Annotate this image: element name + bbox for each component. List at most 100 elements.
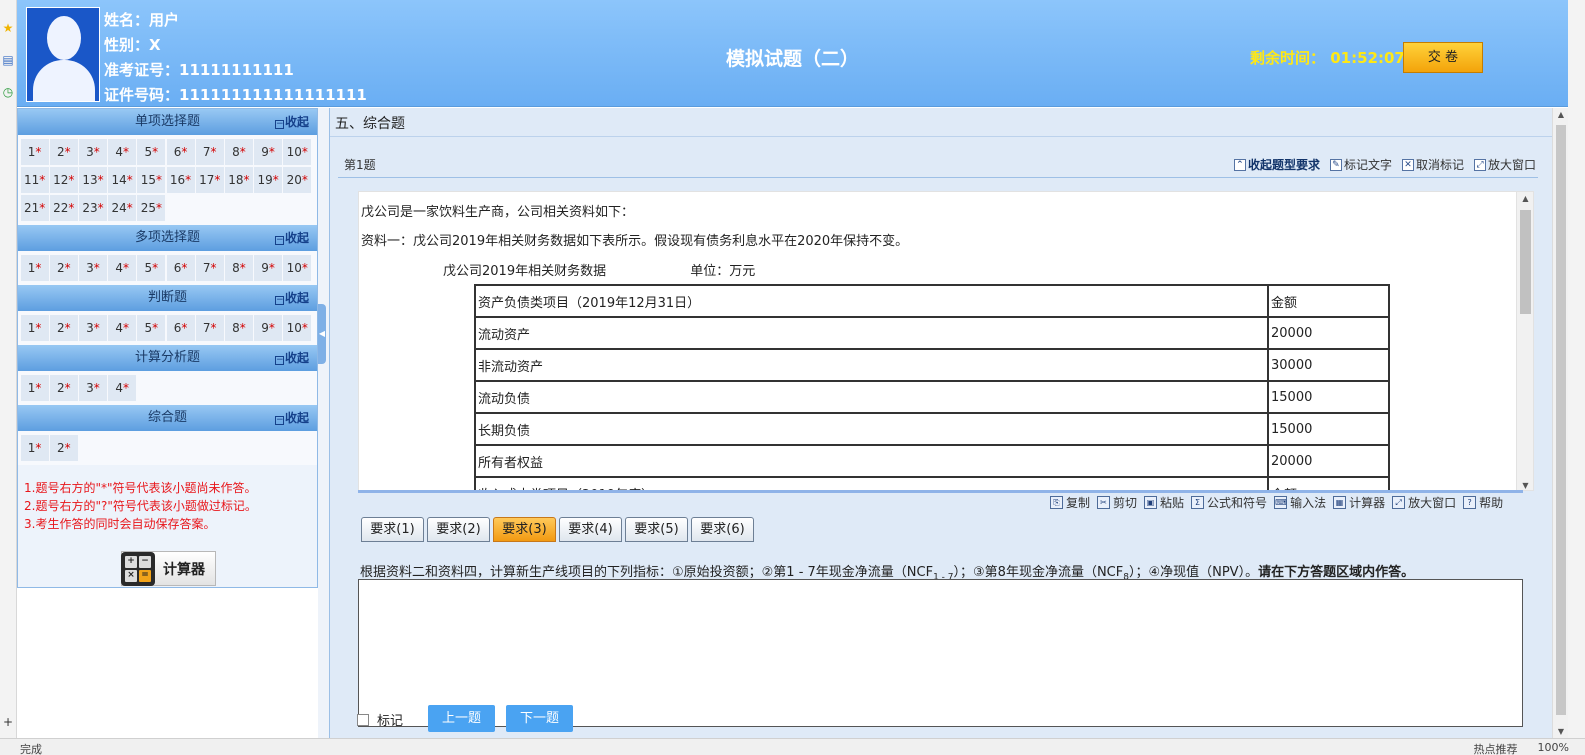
question-link[interactable]: 3* <box>78 255 107 281</box>
question-link[interactable]: 21* <box>20 195 49 221</box>
section-header: 综合题 −收起 <box>18 405 317 431</box>
reading-list-icon[interactable]: ▤ <box>0 52 16 68</box>
question-link[interactable]: 1* <box>20 315 49 341</box>
question-link[interactable]: 10* <box>283 315 312 341</box>
question-link[interactable]: 7* <box>195 139 224 165</box>
question-link[interactable]: 22* <box>49 195 78 221</box>
scroll-up-icon[interactable]: ▲ <box>1517 194 1533 203</box>
panel-splitter[interactable]: ◀ <box>318 108 330 738</box>
cut-button[interactable]: ✂ 剪切 <box>1097 494 1137 511</box>
prev-question-button[interactable]: 上一题 <box>428 705 495 732</box>
page-scroll-down-icon[interactable]: ▼ <box>1553 727 1569 736</box>
star-icon[interactable]: ★ <box>0 20 16 36</box>
question-link[interactable]: 8* <box>224 139 253 165</box>
section-header: 判断题 −收起 <box>18 285 317 311</box>
question-link[interactable]: 4* <box>108 255 137 281</box>
question-link[interactable]: 14* <box>108 167 137 193</box>
question-link[interactable]: 5* <box>137 255 166 281</box>
formula-button[interactable]: Σ 公式和符号 <box>1191 494 1267 511</box>
input-method-button[interactable]: ⌨ 输入法 <box>1274 494 1326 511</box>
question-link[interactable]: 2* <box>49 435 78 461</box>
question-link[interactable]: 2* <box>49 255 78 281</box>
help-button[interactable]: ? 帮助 <box>1463 494 1503 511</box>
question-link[interactable]: 12* <box>49 167 78 193</box>
question-link[interactable]: 3* <box>78 315 107 341</box>
requirement-tab[interactable]: 要求(6) <box>691 517 754 542</box>
timer-value: 01:52:07 <box>1330 49 1405 67</box>
paste-button[interactable]: ▣ 粘贴 <box>1144 494 1184 511</box>
scroll-down-icon[interactable]: ▼ <box>1517 481 1533 490</box>
enlarge-window-button[interactable]: ⤢ 放大窗口 <box>1473 156 1536 173</box>
question-link[interactable]: 23* <box>78 195 107 221</box>
page-scrollbar[interactable]: ▲ ▼ <box>1552 108 1568 738</box>
page-scroll-up-icon[interactable]: ▲ <box>1553 110 1569 119</box>
submit-exam-button[interactable]: 交 卷 <box>1403 42 1483 73</box>
question-link[interactable]: 3* <box>78 375 107 401</box>
table-caption: 戊公司2019年相关财务数据 单位：万元 <box>443 260 755 279</box>
requirement-tab[interactable]: 要求(2) <box>427 517 490 542</box>
calculator-button[interactable]: + − × = 计算器 <box>121 551 216 586</box>
question-link[interactable]: 15* <box>137 167 166 193</box>
question-link[interactable]: 8* <box>224 315 253 341</box>
question-link[interactable]: 9* <box>254 139 283 165</box>
question-link[interactable]: 10* <box>283 139 312 165</box>
question-link[interactable]: 10* <box>283 255 312 281</box>
question-link[interactable]: 7* <box>195 315 224 341</box>
requirement-tab[interactable]: 要求(3) <box>493 517 556 542</box>
answer-enlarge-button[interactable]: ⤢ 放大窗口 <box>1392 494 1456 511</box>
collapse-requirements-button[interactable]: ⌃ 收起题型要求 <box>1233 156 1320 173</box>
question-link[interactable]: 9* <box>254 315 283 341</box>
question-link[interactable]: 6* <box>166 315 195 341</box>
answer-calculator-button[interactable]: ▦ 计算器 <box>1333 494 1385 511</box>
question-link[interactable]: 2* <box>49 139 78 165</box>
add-icon[interactable]: + <box>0 714 16 730</box>
question-link[interactable]: 1* <box>20 375 49 401</box>
requirement-tab[interactable]: 要求(5) <box>625 517 688 542</box>
section-collapse-button[interactable]: −收起 <box>274 345 309 371</box>
question-link[interactable]: 1* <box>20 255 49 281</box>
question-link[interactable]: 11* <box>20 167 49 193</box>
history-icon[interactable]: ◷ <box>0 84 16 100</box>
page-scroll-thumb[interactable] <box>1556 125 1566 715</box>
mark-checkbox[interactable] <box>357 713 369 726</box>
question-link[interactable]: 4* <box>108 315 137 341</box>
question-link[interactable]: 2* <box>49 375 78 401</box>
next-question-button[interactable]: 下一题 <box>506 705 573 732</box>
question-link[interactable]: 19* <box>254 167 283 193</box>
section-collapse-button[interactable]: −收起 <box>274 405 309 431</box>
question-link[interactable]: 7* <box>195 255 224 281</box>
question-link[interactable]: 4* <box>108 375 137 401</box>
mark-text-button[interactable]: ✎ 标记文字 <box>1329 156 1392 173</box>
question-link[interactable]: 18* <box>224 167 253 193</box>
zoom-level[interactable]: 100% <box>1538 741 1569 755</box>
collapse-panel-handle[interactable]: ◀ <box>318 304 326 364</box>
question-link[interactable]: 5* <box>137 139 166 165</box>
question-link[interactable]: 25* <box>137 195 166 221</box>
question-link[interactable]: 13* <box>78 167 107 193</box>
question-link[interactable]: 5* <box>137 315 166 341</box>
minus-box-icon: − <box>274 119 284 129</box>
question-link[interactable]: 3* <box>78 139 107 165</box>
question-link[interactable]: 16* <box>166 167 195 193</box>
question-link[interactable]: 17* <box>195 167 224 193</box>
question-link[interactable]: 6* <box>166 255 195 281</box>
question-link[interactable]: 1* <box>20 139 49 165</box>
question-link[interactable]: 6* <box>166 139 195 165</box>
question-link[interactable]: 4* <box>108 139 137 165</box>
material-scrollbar[interactable]: ▲ ▼ <box>1516 192 1533 490</box>
requirement-tab[interactable]: 要求(1) <box>361 517 424 542</box>
recommend-link[interactable]: 热点推荐 <box>1474 741 1518 755</box>
section-collapse-button[interactable]: −收起 <box>274 225 309 251</box>
section-collapse-button[interactable]: −收起 <box>274 285 309 311</box>
question-link[interactable]: 9* <box>254 255 283 281</box>
question-link[interactable]: 8* <box>224 255 253 281</box>
material-scroll-thumb[interactable] <box>1520 210 1531 314</box>
unmark-button[interactable]: ✕ 取消标记 <box>1401 156 1464 173</box>
question-link[interactable]: 20* <box>283 167 312 193</box>
section-collapse-button[interactable]: −收起 <box>274 109 309 135</box>
requirement-tab[interactable]: 要求(4) <box>559 517 622 542</box>
question-link[interactable]: 24* <box>108 195 137 221</box>
question-link[interactable]: 2* <box>49 315 78 341</box>
copy-button[interactable]: ⎘ 复制 <box>1050 494 1090 511</box>
question-link[interactable]: 1* <box>20 435 49 461</box>
